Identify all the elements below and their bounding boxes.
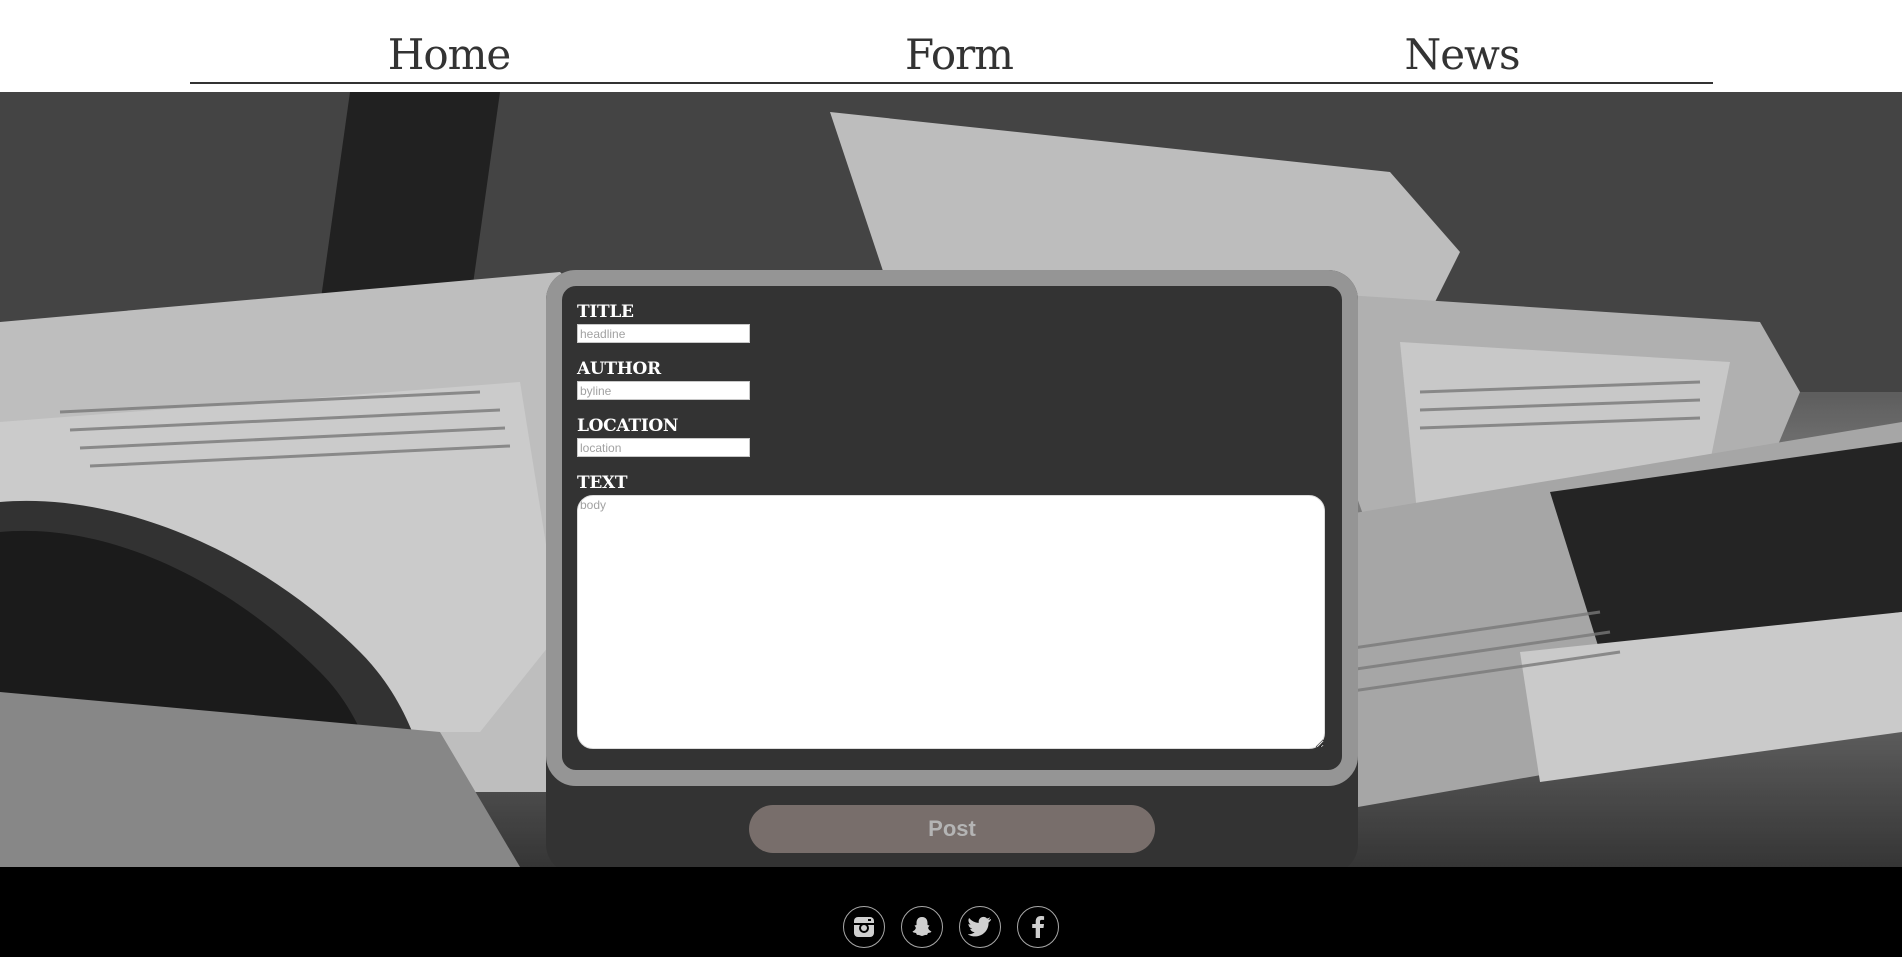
post-form-card: TITLE AUTHOR LOCATION TEXT Post	[546, 270, 1358, 867]
title-label: TITLE	[577, 302, 634, 322]
nav-link-form[interactable]: Form	[905, 30, 1014, 80]
author-input[interactable]	[577, 381, 750, 400]
facebook-icon[interactable]	[1017, 906, 1059, 948]
instagram-icon[interactable]	[843, 906, 885, 948]
nav-divider	[190, 82, 1713, 84]
title-input[interactable]	[577, 324, 750, 343]
twitter-icon[interactable]	[959, 906, 1001, 948]
hero-background-image: TITLE AUTHOR LOCATION TEXT Post	[0, 92, 1902, 867]
text-label: TEXT	[577, 473, 628, 493]
body-textarea[interactable]	[577, 495, 1325, 749]
post-button[interactable]: Post	[749, 805, 1155, 853]
snapchat-icon[interactable]	[901, 906, 943, 948]
author-label: AUTHOR	[577, 359, 661, 379]
top-navigation: Home Form News	[0, 0, 1902, 92]
location-label: LOCATION	[577, 416, 679, 436]
location-input[interactable]	[577, 438, 750, 457]
nav-link-news[interactable]: News	[1404, 30, 1520, 80]
footer	[0, 867, 1902, 957]
nav-link-home[interactable]: Home	[388, 30, 512, 80]
